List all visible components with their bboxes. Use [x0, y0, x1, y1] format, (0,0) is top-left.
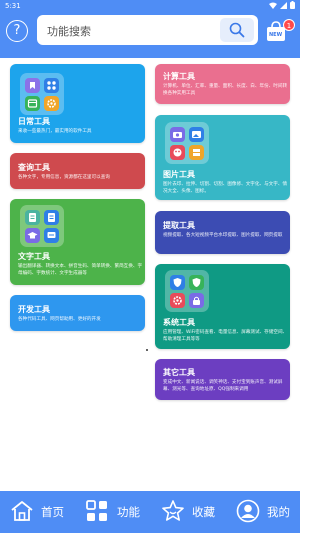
card-query-tools-title: 查询工具: [18, 163, 50, 172]
card-dev-tools-title: 开发工具: [18, 305, 50, 314]
picture-icon: [189, 127, 204, 142]
gear-icon: [44, 96, 59, 111]
nav-functions[interactable]: 功能: [86, 499, 146, 525]
card-extract-tools[interactable]: 提取工具 视频提取、各大短视频平台水印提取、图片提取、网页提取: [155, 211, 290, 254]
search-input[interactable]: 功能搜索: [37, 15, 258, 45]
status-icons: [269, 1, 295, 9]
card-extract-tools-desc: 视频提取、各大短视频平台水印提取、图片提取、网页提取: [163, 233, 283, 238]
file-text-icon: [44, 210, 59, 225]
nav-favorites[interactable]: 收藏: [161, 499, 221, 525]
layers-icon: [189, 145, 204, 160]
nav-home-label: 首页: [41, 505, 64, 519]
grid-icon: [44, 78, 59, 93]
card-extract-tools-title: 提取工具: [163, 221, 195, 230]
card-daily-tools[interactable]: 日常工具 来收一些最热门，最实用的软件工具: [10, 64, 145, 143]
card-query-tools[interactable]: 查询工具 各种文字，专用信息，资源都在这里可以查询: [10, 153, 145, 189]
card-other-tools-desc: 变成中文、新闻说话、调笑神话、支付宝到账声音、测试屏幕、测光等、查询地址原、QQ…: [163, 380, 283, 392]
question-icon: ?: [13, 23, 21, 38]
shield-icon: [170, 275, 185, 290]
user-avatar-icon: [236, 499, 260, 523]
card-text-tools-desc: 输出翻译器、转换文本、拼音生码、简单转换、繁简互换、字母编码、字数统计、文字生成…: [18, 264, 143, 276]
card-daily-tools-desc: 来收一些最热门，最实用的软件工具: [18, 129, 92, 134]
card-query-tools-desc: 各种文字，专用信息，资源都在这里可以查询: [18, 175, 110, 180]
daily-tools-icon-tile: [20, 73, 64, 115]
star-icon: [162, 500, 184, 521]
status-time: 5:31: [5, 2, 21, 10]
translate-icon: [44, 228, 59, 243]
system-tools-icon-tile: [165, 270, 209, 312]
card-system-tools[interactable]: 系统工具 应用管理、WiFi密码查看、电量信息、屏幕测试、存储空间、帮助清理工具…: [155, 264, 290, 349]
card-text-tools[interactable]: 文字工具 输出翻译器、转换文本、拼音生码、简单转换、繁简互换、字母编码、字数统计…: [10, 199, 145, 285]
card-calc-tools-title: 计算工具: [163, 72, 195, 81]
new-label: NEW: [269, 32, 283, 38]
image-tools-icon-tile: [165, 122, 209, 164]
home-icon: [11, 501, 33, 521]
divider-dot: [146, 349, 148, 351]
bookmark-icon: [25, 78, 40, 93]
card-image-tools[interactable]: 图片工具 图片去印、拉伸、切割、切割、图像修、文字化、与文字、情况大全、头像、图…: [155, 115, 290, 200]
card-dev-tools-desc: 各种代码工具、网页帮助用、更好的开发: [18, 317, 101, 322]
nav-functions-label: 功能: [117, 505, 140, 519]
bottom-nav: 首页 功能 收藏 我的: [0, 491, 300, 533]
lock-icon: [189, 293, 204, 308]
help-button[interactable]: ?: [6, 20, 28, 42]
battery-icon: [290, 1, 295, 9]
card-calc-tools[interactable]: 计算工具 计算机、单位、汇率、重量、面积、长度、白、年份、时间转换各种实用工具: [155, 64, 290, 104]
calendar-icon: [25, 96, 40, 111]
card-other-tools[interactable]: 其它工具 变成中文、新闻说话、调笑神话、支付宝到账声音、测试屏幕、测光等、查询地…: [155, 359, 290, 400]
status-bar: 5:31: [0, 0, 300, 12]
card-image-tools-title: 图片工具: [163, 170, 195, 179]
card-system-tools-title: 系统工具: [163, 318, 195, 327]
search-icon: [229, 22, 245, 38]
nav-home[interactable]: 首页: [10, 499, 70, 525]
graduation-cap-icon: [25, 228, 40, 243]
card-dev-tools[interactable]: 开发工具 各种代码工具、网页帮助用、更好的开发: [10, 295, 145, 331]
search-placeholder: 功能搜索: [47, 25, 91, 38]
top-header: 5:31 ? 功能搜索 NEW 1: [0, 0, 300, 58]
nav-mine-label: 我的: [267, 505, 290, 519]
apps-grid-icon: [86, 500, 107, 521]
wifi-icon: [269, 2, 277, 9]
document-icon: [25, 210, 40, 225]
nav-mine[interactable]: 我的: [236, 499, 296, 525]
card-text-tools-title: 文字工具: [18, 252, 50, 261]
card-system-tools-desc: 应用管理、WiFi密码查看、电量信息、屏幕测试、存储空间、帮助清理工具等等: [163, 330, 288, 342]
search-button[interactable]: [220, 18, 254, 42]
text-tools-icon-tile: [20, 205, 64, 247]
notification-badge: 1: [283, 19, 295, 31]
signal-icon: [280, 1, 287, 9]
card-daily-tools-title: 日常工具: [18, 117, 50, 126]
card-other-tools-title: 其它工具: [163, 368, 195, 377]
card-image-tools-desc: 图片去印、拉伸、切割、切割、图像修、文字化、与文字、情况大全、头像、图标。: [163, 182, 288, 194]
palette-icon: [170, 145, 185, 160]
security-check-icon: [189, 275, 204, 290]
nav-favorites-label: 收藏: [192, 505, 215, 519]
settings-icon: [170, 293, 185, 308]
camera-icon: [170, 127, 185, 142]
card-calc-tools-desc: 计算机、单位、汇率、重量、面积、长度、白、年份、时间转换各种实用工具: [163, 84, 288, 96]
